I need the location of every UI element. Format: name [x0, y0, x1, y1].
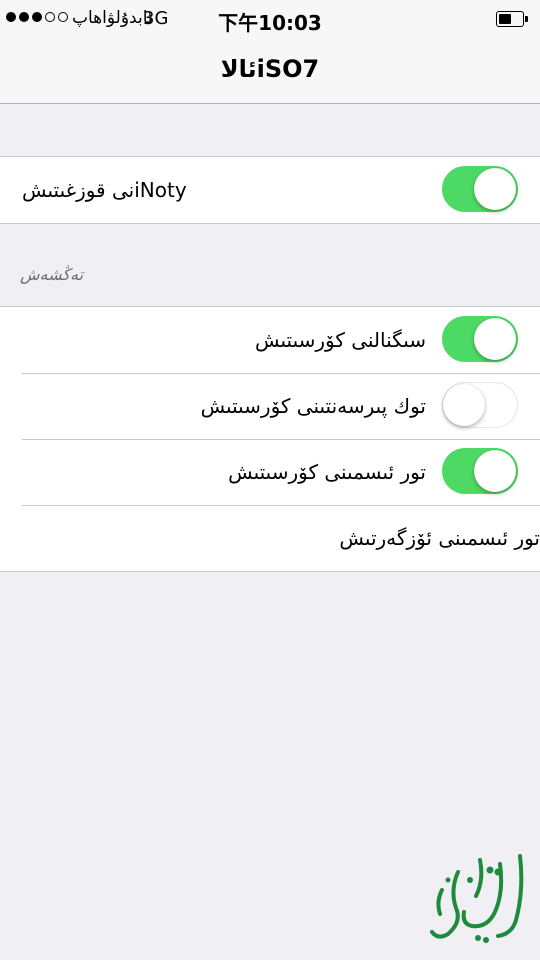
settings-row-show-network-name: تور ئىسمىنى كۆرسىتىش — [0, 439, 540, 505]
show-battery-percent-label: توك پىرسەنتىنى كۆرسىتىش — [200, 394, 426, 418]
navigation-bar: ئالاiSO7 — [0, 40, 540, 104]
settings-row-change-network-name[interactable]: تور ئىسمىنى ئۆزگەرتىش — [0, 505, 540, 571]
change-network-name-label: تور ئىسمىنى ئۆزگەرتىش — [339, 526, 540, 550]
settings-row-show-signal: سىگنالنى كۆرسىتىش — [0, 307, 540, 373]
page-title: ئالاiSO7 — [220, 55, 320, 83]
battery-icon — [496, 11, 528, 27]
settings-row-enable-inoty: نى قوزغىتىشiNoty — [0, 157, 540, 223]
enable-inoty-toggle[interactable] — [442, 166, 518, 212]
toggle-knob — [443, 383, 485, 426]
settings-group-options: سىگنالنى كۆرسىتىش توك پىرسەنتىنى كۆرسىتى… — [0, 306, 540, 572]
show-signal-toggle[interactable] — [442, 316, 518, 362]
status-time: 下午10:03 — [218, 11, 322, 35]
logo-calligraphy-icon — [430, 854, 524, 943]
show-battery-percent-toggle[interactable] — [442, 382, 518, 428]
toggle-knob — [474, 318, 516, 360]
settings-row-show-battery-percent: توك پىرسەنتىنى كۆرسىتىش — [0, 373, 540, 439]
status-bar: ئابدۇلۋاھاپ 3G 下午10:03 — [0, 0, 540, 40]
toggle-knob — [474, 168, 516, 210]
section-header-settings: تەڭشەش — [20, 265, 84, 284]
battery-level — [499, 14, 511, 24]
toggle-knob — [474, 450, 516, 492]
show-network-name-toggle[interactable] — [442, 448, 518, 494]
watermark-logo — [428, 850, 532, 946]
show-network-name-label: تور ئىسمىنى كۆرسىتىش — [228, 460, 426, 484]
show-signal-label: سىگنالنى كۆرسىتىش — [255, 328, 426, 352]
enable-inoty-label: نى قوزغىتىشiNoty — [22, 178, 187, 202]
settings-group-enable: نى قوزغىتىشiNoty — [0, 156, 540, 224]
